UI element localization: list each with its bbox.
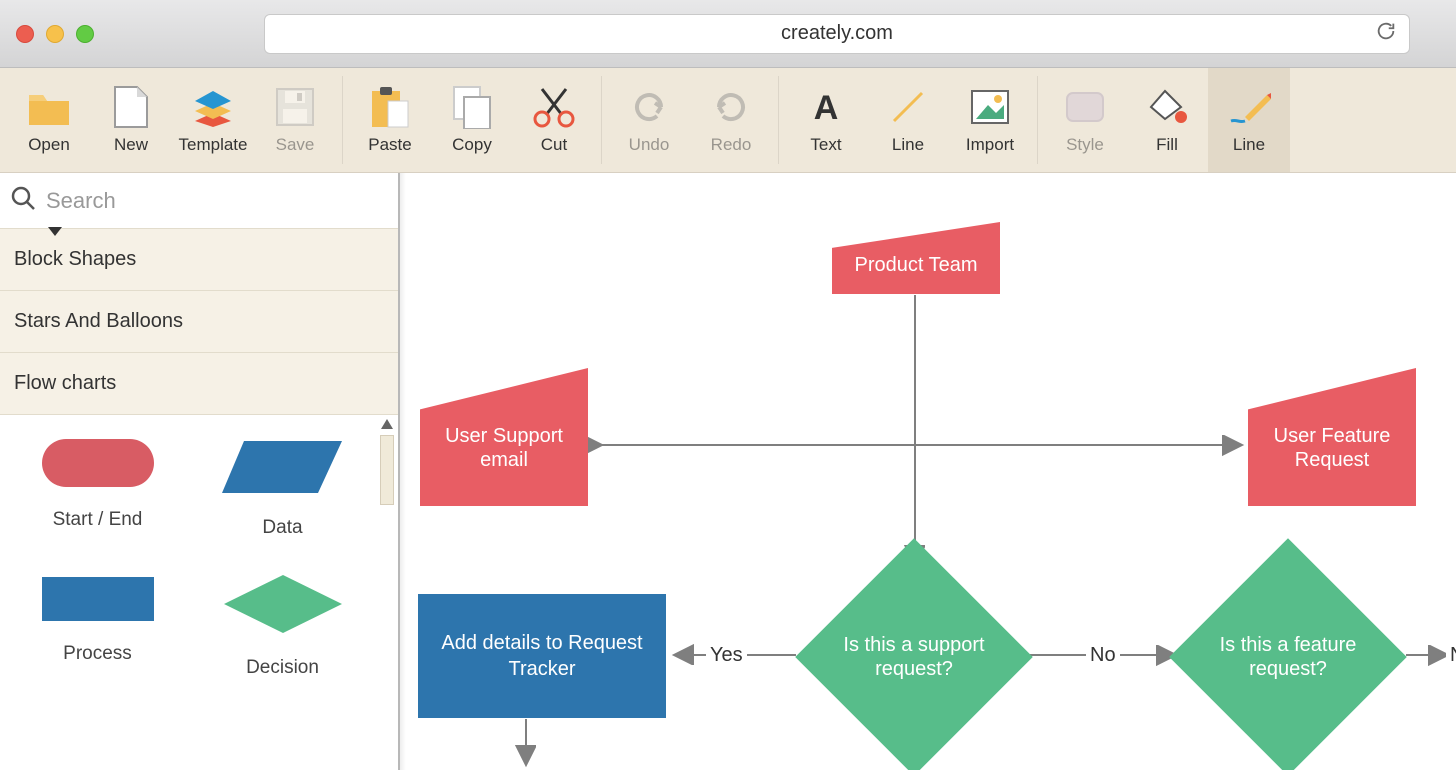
template-icon <box>189 85 237 129</box>
search-row <box>0 173 398 229</box>
url-text: creately.com <box>781 22 893 45</box>
shape-decision[interactable]: Decision <box>195 569 370 679</box>
style-icon <box>1061 85 1109 129</box>
shapes-panel: Start / End Data Process Decision <box>0 415 398 770</box>
shape-start-end[interactable]: Start / End <box>10 435 185 539</box>
shapes-scrollbar[interactable] <box>378 415 396 770</box>
pencil-line-icon <box>1225 85 1273 129</box>
reload-icon[interactable] <box>1375 20 1397 48</box>
browser-chrome: creately.com <box>0 0 1456 68</box>
new-button[interactable]: New <box>90 68 172 172</box>
redo-icon <box>707 85 755 129</box>
edge-label-no-2: N <box>1446 642 1456 669</box>
category-flow-charts[interactable]: Flow charts <box>0 353 398 415</box>
new-file-icon <box>107 85 155 129</box>
node-add-details[interactable]: Add details to Request Tracker <box>418 594 666 718</box>
shape-process[interactable]: Process <box>10 569 185 679</box>
folder-icon <box>25 85 73 129</box>
toolbar-separator <box>778 76 779 164</box>
redo-button[interactable]: Redo <box>690 68 772 172</box>
copy-button[interactable]: Copy <box>431 68 513 172</box>
fill-button[interactable]: Fill <box>1126 68 1208 172</box>
paste-button[interactable]: Paste <box>349 68 431 172</box>
edge-label-no: No <box>1086 642 1120 669</box>
diagram-canvas[interactable]: Product Team User Support email User Fea… <box>400 173 1456 770</box>
save-button[interactable]: Save <box>254 68 336 172</box>
minimize-window-button[interactable] <box>46 25 64 43</box>
fill-icon <box>1143 85 1191 129</box>
workspace: Block Shapes Stars And Balloons Flow cha… <box>0 173 1456 770</box>
cut-icon <box>530 85 578 129</box>
template-button[interactable]: Template <box>172 68 254 172</box>
scroll-up-icon[interactable] <box>378 415 396 433</box>
text-button[interactable]: A Text <box>785 68 867 172</box>
text-icon: A <box>802 85 850 129</box>
toolbar-separator <box>1037 76 1038 164</box>
scroll-thumb[interactable] <box>380 435 394 505</box>
line-button[interactable]: Line <box>867 68 949 172</box>
url-bar[interactable]: creately.com <box>264 14 1410 54</box>
cut-button[interactable]: Cut <box>513 68 595 172</box>
undo-button[interactable]: Undo <box>608 68 690 172</box>
window-controls <box>16 25 94 43</box>
paste-icon <box>366 85 414 129</box>
svg-text:A: A <box>814 89 839 127</box>
line-style-button[interactable]: Line <box>1208 68 1290 172</box>
line-tool-icon <box>884 85 932 129</box>
save-icon <box>271 85 319 129</box>
toolbar: Open New Template Save Paste <box>0 68 1456 173</box>
shape-data[interactable]: Data <box>195 435 370 539</box>
copy-icon <box>448 85 496 129</box>
search-input[interactable] <box>36 188 388 214</box>
open-button[interactable]: Open <box>8 68 90 172</box>
import-icon <box>966 85 1014 129</box>
toolbar-separator <box>342 76 343 164</box>
toolbar-separator <box>601 76 602 164</box>
search-icon <box>10 185 36 216</box>
maximize-window-button[interactable] <box>76 25 94 43</box>
close-window-button[interactable] <box>16 25 34 43</box>
category-stars-balloons[interactable]: Stars And Balloons <box>0 291 398 353</box>
import-button[interactable]: Import <box>949 68 1031 172</box>
undo-icon <box>625 85 673 129</box>
edge-label-yes: Yes <box>706 642 747 669</box>
category-block-shapes[interactable]: Block Shapes <box>0 229 398 291</box>
style-button[interactable]: Style <box>1044 68 1126 172</box>
shapes-sidebar: Block Shapes Stars And Balloons Flow cha… <box>0 173 400 770</box>
